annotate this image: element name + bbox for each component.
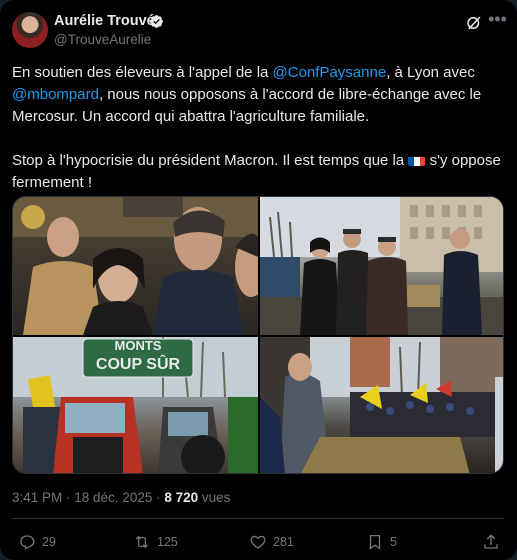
tweet-text-part: En soutien des éleveurs à l'appel de la — [12, 64, 273, 81]
photo-3-image: MONTS COUP SÛR — [13, 337, 258, 473]
sign-text: COUP SÛR — [96, 354, 181, 373]
views-label: vues — [198, 490, 231, 505]
like-count: 281 — [273, 535, 294, 549]
mention-confpaysanne[interactable]: @ConfPaysanne — [273, 64, 387, 81]
heart-icon — [250, 535, 266, 549]
divider — [12, 518, 504, 519]
mention-mbompard[interactable]: @mbompard — [12, 86, 99, 103]
photo-2-image — [260, 197, 503, 335]
sign-text-top: MONTS — [115, 338, 162, 353]
photo-3[interactable]: MONTS COUP SÛR — [13, 337, 258, 473]
tweet-text: En soutien des éleveurs à l'appel de la … — [12, 62, 502, 194]
bookmark-count: 5 — [390, 535, 397, 549]
share-button[interactable] — [482, 532, 500, 552]
photo-4-image — [260, 337, 503, 473]
media-grid[interactable]: MONTS COUP SÛR — [12, 196, 504, 474]
views-count: 8 720 — [164, 490, 199, 505]
repost-icon — [135, 535, 149, 549]
photo-4[interactable] — [260, 337, 503, 473]
more-options-icon[interactable]: ••• — [488, 10, 508, 32]
photo-1-image — [13, 197, 258, 335]
bookmark-button[interactable]: 5 — [366, 532, 397, 552]
tweet-meta: 3:41 PM · 18 déc. 2025 · 8 720 vues — [12, 490, 230, 505]
tweet-card: Aurélie Trouvé @TrouveAurelie ••• En sou… — [0, 0, 517, 560]
photo-2[interactable] — [260, 197, 503, 335]
bookmark-icon — [369, 534, 381, 550]
repost-button[interactable]: 125 — [133, 532, 178, 552]
tweet-text-part: , à Lyon avec — [386, 64, 480, 81]
avatar[interactable] — [12, 12, 48, 48]
photo-1[interactable] — [13, 197, 258, 335]
reply-icon — [20, 535, 35, 550]
reply-button[interactable]: 29 — [18, 532, 56, 552]
like-button[interactable]: 281 — [249, 532, 294, 552]
france-flag-icon — [408, 154, 426, 166]
repost-count: 125 — [157, 535, 178, 549]
reply-count: 29 — [42, 535, 56, 549]
verified-badge-icon — [150, 15, 163, 28]
author-name[interactable]: Aurélie Trouvé — [54, 13, 155, 29]
author-handle[interactable]: @TrouveAurelie — [54, 32, 151, 47]
grok-icon[interactable] — [465, 14, 483, 32]
timestamp[interactable]: 3:41 PM · 18 déc. 2025 · — [12, 490, 164, 505]
share-icon — [484, 534, 498, 549]
